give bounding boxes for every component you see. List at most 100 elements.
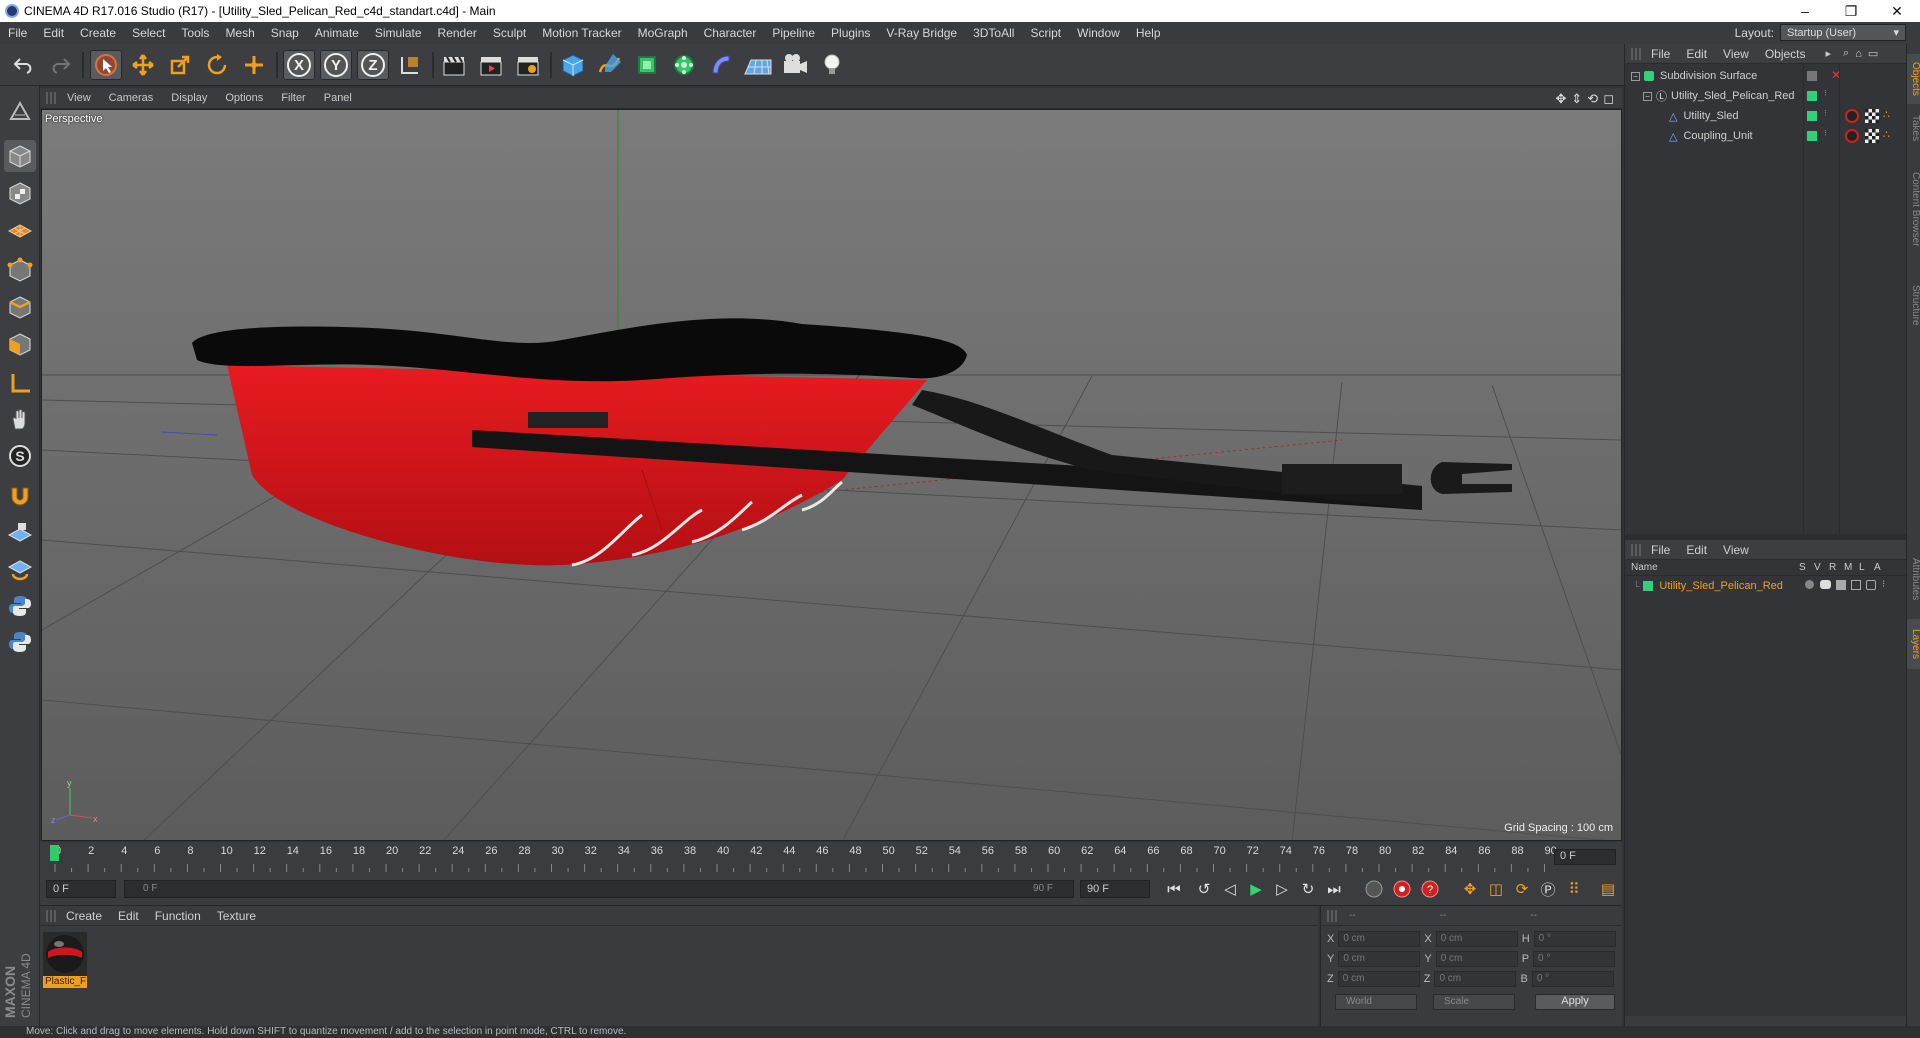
solo-button[interactable]: S — [4, 440, 36, 472]
transform-tool[interactable] — [238, 50, 270, 80]
keyframe-selection-button[interactable]: ? — [1418, 877, 1442, 901]
axis-mode-button[interactable] — [4, 368, 36, 400]
add-cube-button[interactable] — [557, 50, 589, 80]
rotation-p-field[interactable]: 0 ° — [1533, 951, 1616, 967]
uvw-tag-icon[interactable] — [1865, 109, 1879, 123]
more-menu-icon[interactable]: ▸ — [1826, 47, 1832, 60]
step-back-button[interactable]: ↺ — [1192, 877, 1216, 901]
viewport-menu-display[interactable]: Display — [162, 92, 216, 104]
next-keyframe-button[interactable]: ▷ — [1270, 877, 1294, 901]
size-mode-dropdown[interactable]: Scale — [1433, 994, 1515, 1010]
tweak-mode-button[interactable] — [4, 404, 36, 436]
visibility-eye-icon[interactable] — [1820, 580, 1831, 589]
menu-mograph[interactable]: MoGraph — [630, 26, 696, 40]
scale-tool[interactable] — [164, 50, 196, 80]
phong-tag-icon[interactable]: ∴ — [1883, 128, 1890, 141]
tab-structure[interactable]: Structure — [1907, 270, 1920, 340]
menu-select[interactable]: Select — [124, 26, 173, 40]
render-toggle-icon[interactable] — [1836, 580, 1846, 590]
menu-simulate[interactable]: Simulate — [367, 26, 430, 40]
manager-toggle-icon[interactable] — [1851, 580, 1861, 590]
add-array-button[interactable] — [668, 50, 700, 80]
pan-view-icon[interactable]: ✥ — [1555, 91, 1566, 107]
perspective-viewport[interactable]: y x z Perspective Grid Spacing : 100 cm — [41, 109, 1622, 841]
rotation-h-field[interactable]: 0 ° — [1533, 931, 1616, 947]
layer-color-icon[interactable] — [1643, 581, 1654, 591]
add-spline-button[interactable] — [594, 50, 626, 80]
visibility-dots-icon[interactable]: ⁝ — [1824, 88, 1827, 99]
planar-workplane-button[interactable] — [4, 552, 36, 584]
polygons-mode-button[interactable] — [4, 328, 36, 360]
add-floor-button[interactable] — [742, 50, 774, 80]
previous-keyframe-button[interactable]: ◁ — [1218, 877, 1242, 901]
tab-takes[interactable]: Takes — [1907, 108, 1920, 148]
autokey-button[interactable] — [1390, 877, 1414, 901]
add-subdivision-button[interactable] — [631, 50, 663, 80]
tab-layers[interactable]: Layers — [1907, 619, 1920, 669]
edges-mode-button[interactable] — [4, 291, 36, 323]
rotation-b-field[interactable]: 0 ° — [1531, 971, 1614, 987]
timeline-window-button[interactable]: ▤ — [1596, 877, 1620, 901]
viewport-menu-cameras[interactable]: Cameras — [100, 92, 163, 104]
z-axis-lock[interactable]: Z — [357, 50, 389, 80]
coordinate-system-button[interactable] — [394, 50, 426, 80]
coordinate-mode-dropdown[interactable]: World — [1335, 994, 1417, 1010]
locked-workplane-button[interactable] — [4, 518, 36, 550]
menu-plugins[interactable]: Plugins — [823, 26, 878, 40]
material-tag-icon[interactable] — [1845, 129, 1859, 143]
key-rotation-button[interactable]: ⟳ — [1510, 877, 1534, 901]
preview-range-slider[interactable]: 0 F 90 F — [124, 880, 1074, 898]
uvw-tag-icon[interactable] — [1865, 129, 1879, 143]
material-menu-edit[interactable]: Edit — [110, 909, 147, 923]
key-pla-button[interactable]: ⠿ — [1562, 877, 1586, 901]
collapse-toggle-icon[interactable]: − — [1631, 71, 1640, 81]
menu-create[interactable]: Create — [72, 26, 124, 40]
menu-mesh[interactable]: Mesh — [217, 26, 262, 40]
toggle-view-icon[interactable]: ◻ — [1603, 91, 1614, 107]
tab-content-browser[interactable]: Content Browser — [1907, 154, 1920, 264]
layout-dropdown[interactable]: Startup (User) ▾ — [1780, 24, 1906, 41]
object-row-root-null[interactable]: − Ⓛ Utility_Sled_Pelican_Red ⁝ — [1625, 86, 1907, 106]
menu-render[interactable]: Render — [430, 26, 485, 40]
visibility-dots-icon[interactable]: ⁝ — [1824, 128, 1827, 139]
material-tag-icon[interactable] — [1845, 109, 1859, 123]
layers-menu-view[interactable]: View — [1715, 543, 1757, 557]
record-keys-button[interactable] — [1362, 877, 1386, 901]
close-button[interactable]: ✕ — [1874, 0, 1920, 22]
rotate-tool[interactable] — [201, 50, 233, 80]
step-forward-button[interactable]: ↻ — [1296, 877, 1320, 901]
solo-toggle-icon[interactable] — [1805, 580, 1814, 589]
model-mode-button[interactable] — [4, 140, 36, 172]
viewport-menu-panel[interactable]: Panel — [315, 92, 361, 104]
render-settings-button[interactable] — [512, 50, 544, 80]
menu-window[interactable]: Window — [1069, 26, 1128, 40]
start-frame-field[interactable]: 0 F — [46, 880, 116, 898]
menu-pipeline[interactable]: Pipeline — [764, 26, 823, 40]
lock-icon[interactable] — [1866, 580, 1876, 590]
apply-button[interactable]: Apply — [1535, 994, 1615, 1010]
go-to-start-button[interactable]: ⏮ — [1162, 877, 1186, 901]
menu-character[interactable]: Character — [696, 26, 765, 40]
visibility-dots-icon[interactable]: ⁝ — [1824, 108, 1827, 119]
objects-menu-edit[interactable]: Edit — [1678, 47, 1715, 61]
objects-menu-view[interactable]: View — [1715, 47, 1757, 61]
redo-button[interactable] — [44, 50, 76, 80]
end-frame-field[interactable]: 90 F — [1080, 880, 1150, 898]
layers-menu-edit[interactable]: Edit — [1678, 543, 1715, 557]
layers-menu-file[interactable]: File — [1643, 543, 1678, 557]
object-row-coupling-unit[interactable]: △ Coupling_Unit ⁝ ∴ — [1625, 126, 1907, 146]
material-menu-create[interactable]: Create — [58, 909, 110, 923]
position-z-field[interactable]: 0 cm — [1337, 971, 1420, 987]
material-menu-texture[interactable]: Texture — [209, 909, 264, 923]
key-scale-button[interactable]: ◫ — [1484, 877, 1508, 901]
snap-button[interactable] — [4, 480, 36, 512]
menu-sculpt[interactable]: Sculpt — [485, 26, 534, 40]
current-frame-field[interactable]: 0 F — [1554, 849, 1616, 865]
menu-animate[interactable]: Animate — [307, 26, 367, 40]
playhead-marker[interactable] — [50, 845, 59, 861]
home-icon[interactable]: ⌂ — [1855, 48, 1862, 60]
collapse-icon[interactable]: ▭ — [1868, 47, 1878, 60]
object-row-subdivision[interactable]: − Subdivision Surface ✕ — [1625, 66, 1907, 86]
python-script-button-2[interactable] — [4, 626, 36, 658]
menu-vray-bridge[interactable]: V-Ray Bridge — [878, 26, 965, 40]
